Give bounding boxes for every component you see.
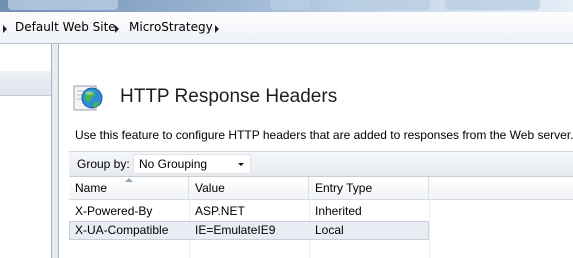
group-by-label: Group by: xyxy=(77,157,130,171)
window-top-strip xyxy=(0,0,573,12)
feature-description: Use this feature to configure HTTP heade… xyxy=(75,128,573,142)
browser-tab-blur xyxy=(445,0,540,10)
breadcrumb-item-microstrategy[interactable]: MicroStrategy xyxy=(129,20,213,34)
cell-value: ASP.NET xyxy=(195,204,245,218)
globe-icon xyxy=(73,85,103,111)
browser-tab-blur xyxy=(8,0,118,10)
group-by-select[interactable]: No Grouping xyxy=(133,154,251,174)
connections-pane xyxy=(0,44,52,258)
sort-ascending-icon xyxy=(125,178,133,182)
breadcrumb-item-default-web-site[interactable]: Default Web Site xyxy=(15,20,116,34)
group-by-bar: Group by: No Grouping xyxy=(69,151,573,177)
column-header-value[interactable]: Value xyxy=(189,177,309,199)
page-title: HTTP Response Headers xyxy=(120,86,338,107)
column-divider xyxy=(429,199,430,258)
table-header: Name Value Entry Type xyxy=(69,177,573,200)
breadcrumb-separator-icon[interactable] xyxy=(3,25,7,33)
group-by-value: No Grouping xyxy=(139,157,208,171)
browser-tab-blur xyxy=(270,0,310,10)
cell-value: IE=EmulateIE9 xyxy=(195,223,276,237)
connections-pane-header xyxy=(0,71,51,96)
feature-view: HTTP Response Headers Use this feature t… xyxy=(58,44,573,258)
breadcrumb-separator-icon[interactable] xyxy=(115,25,119,33)
browser-tab-blur xyxy=(340,0,430,10)
breadcrumb: Default Web Site MicroStrategy xyxy=(0,12,573,44)
cell-entry-type: Inherited xyxy=(315,204,362,218)
cell-entry-type: Local xyxy=(315,223,344,237)
table-row[interactable]: X-Powered-By ASP.NET Inherited xyxy=(69,202,429,221)
table-row[interactable]: X-UA-Compatible IE=EmulateIE9 Local xyxy=(69,221,429,240)
breadcrumb-separator-icon[interactable] xyxy=(215,25,219,33)
chevron-down-icon[interactable] xyxy=(238,163,244,166)
cell-name: X-Powered-By xyxy=(75,204,153,218)
cell-name: X-UA-Compatible xyxy=(75,223,169,237)
column-header-name[interactable]: Name xyxy=(69,177,189,199)
column-header-entry-type[interactable]: Entry Type xyxy=(309,177,429,199)
headers-table: Name Value Entry Type X-Powered-By ASP.N… xyxy=(69,177,573,258)
